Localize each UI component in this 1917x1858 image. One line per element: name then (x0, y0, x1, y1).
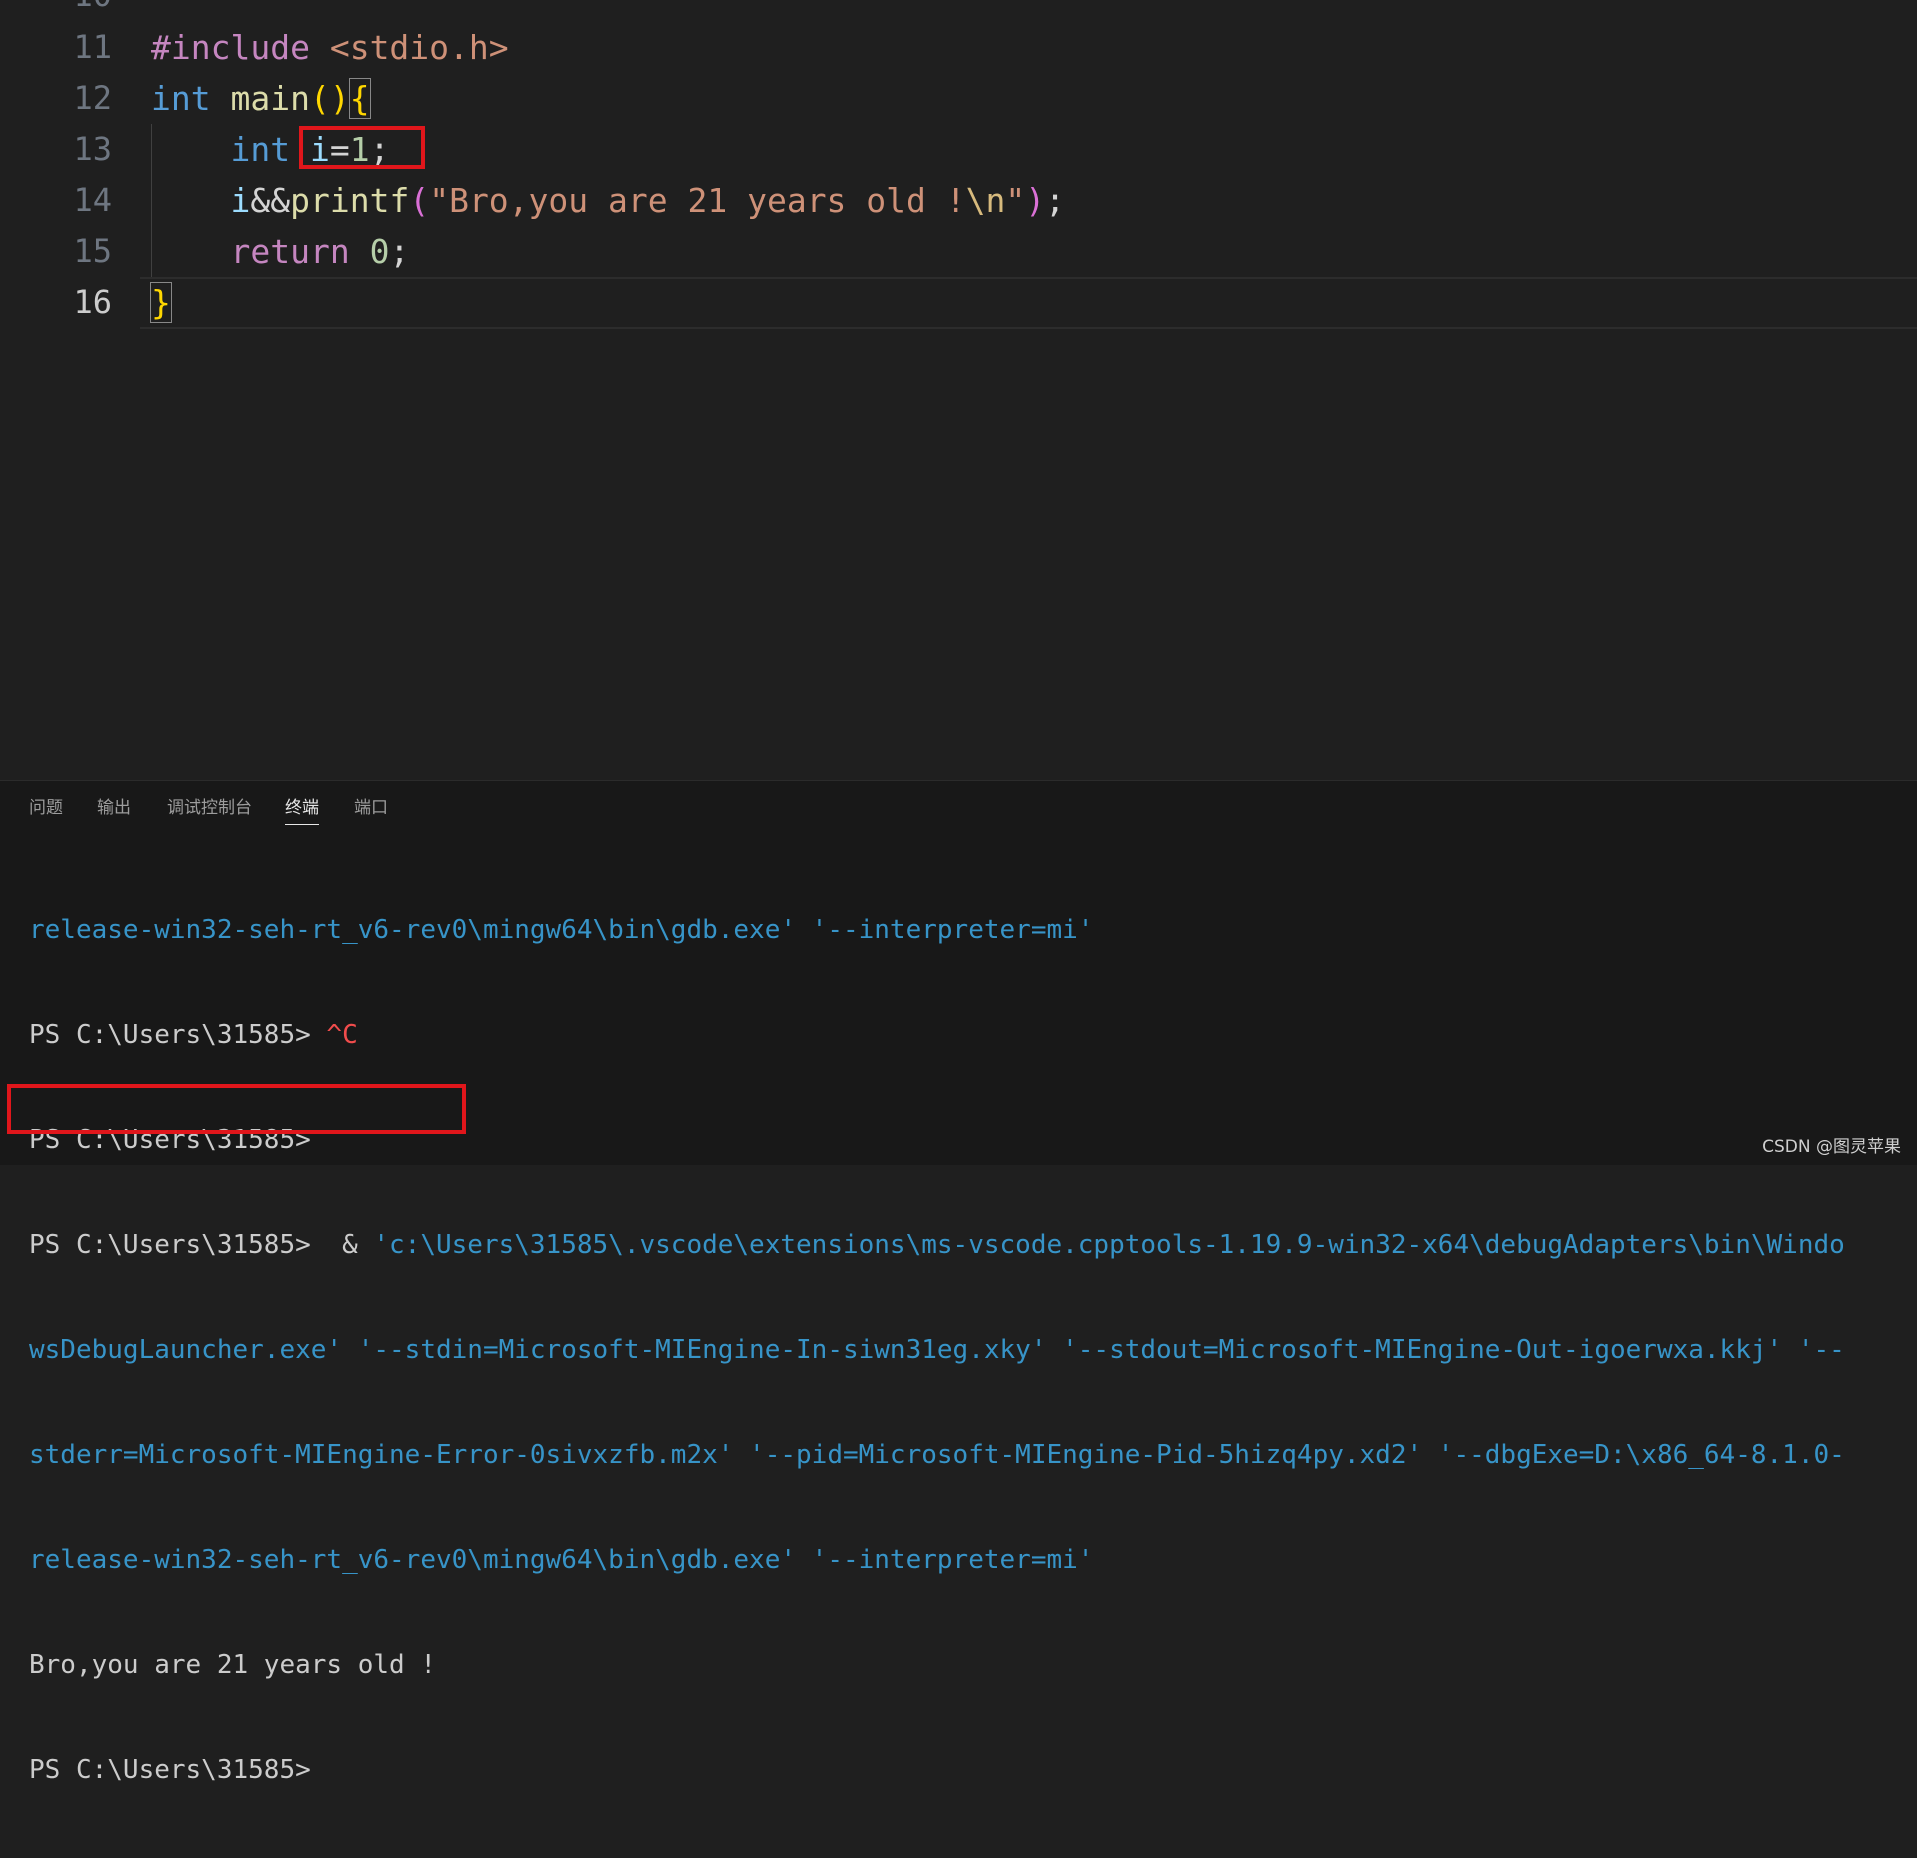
program-output: Bro,you are 21 years old ! (29, 1650, 436, 1680)
bottom-panel: 问题 输出 调试控制台 终端 端口 release-win32-seh-rt_v… (0, 780, 1917, 1785)
code-line-15[interactable]: 15 return 0; (0, 226, 1917, 277)
header-name: <stdio.h> (329, 28, 509, 67)
code-text[interactable]: int main(){ (151, 73, 371, 124)
highlight-box-output (7, 1084, 466, 1134)
line-number: 10 (0, 0, 112, 21)
semicolon: ; (389, 232, 410, 271)
number-literal: 0 (369, 232, 390, 271)
return-keyword: return (230, 232, 350, 271)
terminal-line: stderr=Microsoft-MIEngine-Error-0sivxzfb… (29, 1440, 1845, 1470)
terminal-line: PS C:\Users\31585> & 'c:\Users\31585\.vs… (29, 1228, 1899, 1263)
semicolon: ; (1045, 181, 1066, 220)
code-editor[interactable]: 10 11 #include <stdio.h> 12 int main(){ … (0, 0, 1917, 780)
code-line-13[interactable]: 13 int i=1; (0, 124, 1917, 175)
line-number: 12 (73, 79, 112, 117)
paren-open: ( (309, 79, 330, 118)
highlight-box-assignment (299, 126, 425, 169)
terminal-line: release-win32-seh-rt_v6-rev0\mingw64\bin… (29, 1545, 1094, 1575)
code-text[interactable]: return 0; (151, 226, 409, 277)
and-operator: && (250, 181, 291, 220)
line-number: 15 (73, 232, 112, 270)
terminal-prompt: PS C:\Users\31585> (29, 1020, 327, 1050)
paren-open: ( (409, 181, 430, 220)
terminal-line: PS C:\Users\31585> ^C (29, 1018, 1899, 1053)
tab-ports[interactable]: 端口 (354, 797, 388, 819)
code-line-11[interactable]: 11 #include <stdio.h> (0, 22, 1917, 73)
line-number: 16 (73, 283, 112, 321)
string-literal: "Bro,you are 21 years old ! (429, 181, 966, 220)
code-text[interactable]: } (150, 277, 172, 328)
terminal-interrupt: ^C (326, 1020, 358, 1050)
line-number: 13 (73, 130, 112, 168)
string-quote: " (1005, 181, 1026, 220)
terminal-line: release-win32-seh-rt_v6-rev0\mingw64\bin… (29, 915, 1094, 945)
function-name: main (230, 79, 310, 118)
line-number: 11 (73, 28, 112, 66)
type-keyword: int (151, 79, 211, 118)
variable-name: i (230, 181, 251, 220)
tab-problems[interactable]: 问题 (29, 797, 63, 819)
code-text[interactable]: i&&printf("Bro,you are 21 years old !\n"… (151, 175, 1065, 226)
tab-terminal[interactable]: 终端 (285, 797, 319, 825)
line-number: 14 (73, 181, 112, 219)
paren-close: ) (1025, 181, 1046, 220)
brace-close: } (150, 282, 172, 323)
terminal-command: 'c:\Users\31585\.vscode\extensions\ms-vs… (373, 1230, 1845, 1260)
terminal-line: wsDebugLauncher.exe' '--stdin=Microsoft-… (29, 1335, 1845, 1365)
watermark: CSDN @图灵苹果 (1762, 1137, 1901, 1157)
brace-open: { (348, 78, 371, 119)
code-line-10: 10 (0, 0, 1917, 21)
code-text[interactable]: #include <stdio.h> (151, 22, 509, 73)
type-keyword: int (230, 130, 291, 169)
function-name: printf (290, 181, 410, 220)
tab-output[interactable]: 输出 (97, 797, 131, 819)
terminal-output[interactable]: release-win32-seh-rt_v6-rev0\mingw64\bin… (29, 843, 1899, 1858)
code-line-12[interactable]: 12 int main(){ (0, 73, 1917, 124)
escape-sequence: \n (965, 181, 1006, 220)
include-directive: #include (151, 28, 310, 67)
terminal-prompt: PS C:\Users\31585> & (29, 1230, 374, 1260)
code-line-16[interactable]: 16 } (0, 277, 1917, 328)
paren-close: ) (329, 79, 350, 118)
code-line-14[interactable]: 14 i&&printf("Bro,you are 21 years old !… (0, 175, 1917, 226)
panel-tabs: 问题 输出 调试控制台 终端 端口 (0, 781, 1917, 833)
tab-debug-console[interactable]: 调试控制台 (167, 797, 252, 819)
terminal-line: PS C:\Users\31585> (29, 1755, 311, 1785)
